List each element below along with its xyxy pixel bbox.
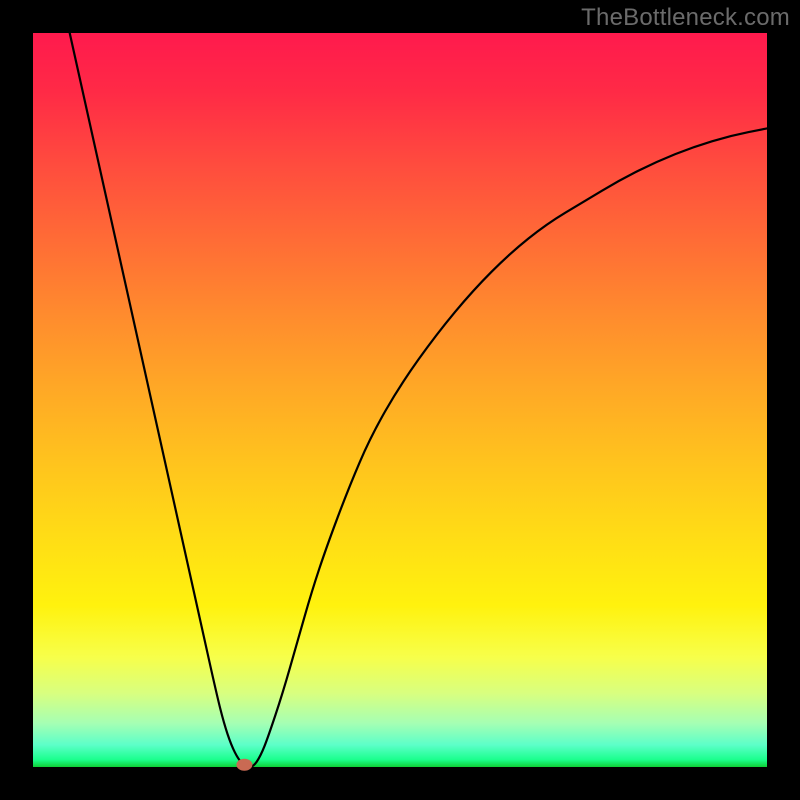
bottleneck-curve: [70, 33, 767, 767]
minimum-marker: [236, 759, 252, 771]
plot-area: [33, 33, 767, 767]
chart-frame: TheBottleneck.com: [0, 0, 800, 800]
watermark-text: TheBottleneck.com: [581, 4, 790, 32]
chart-svg: [33, 33, 767, 767]
